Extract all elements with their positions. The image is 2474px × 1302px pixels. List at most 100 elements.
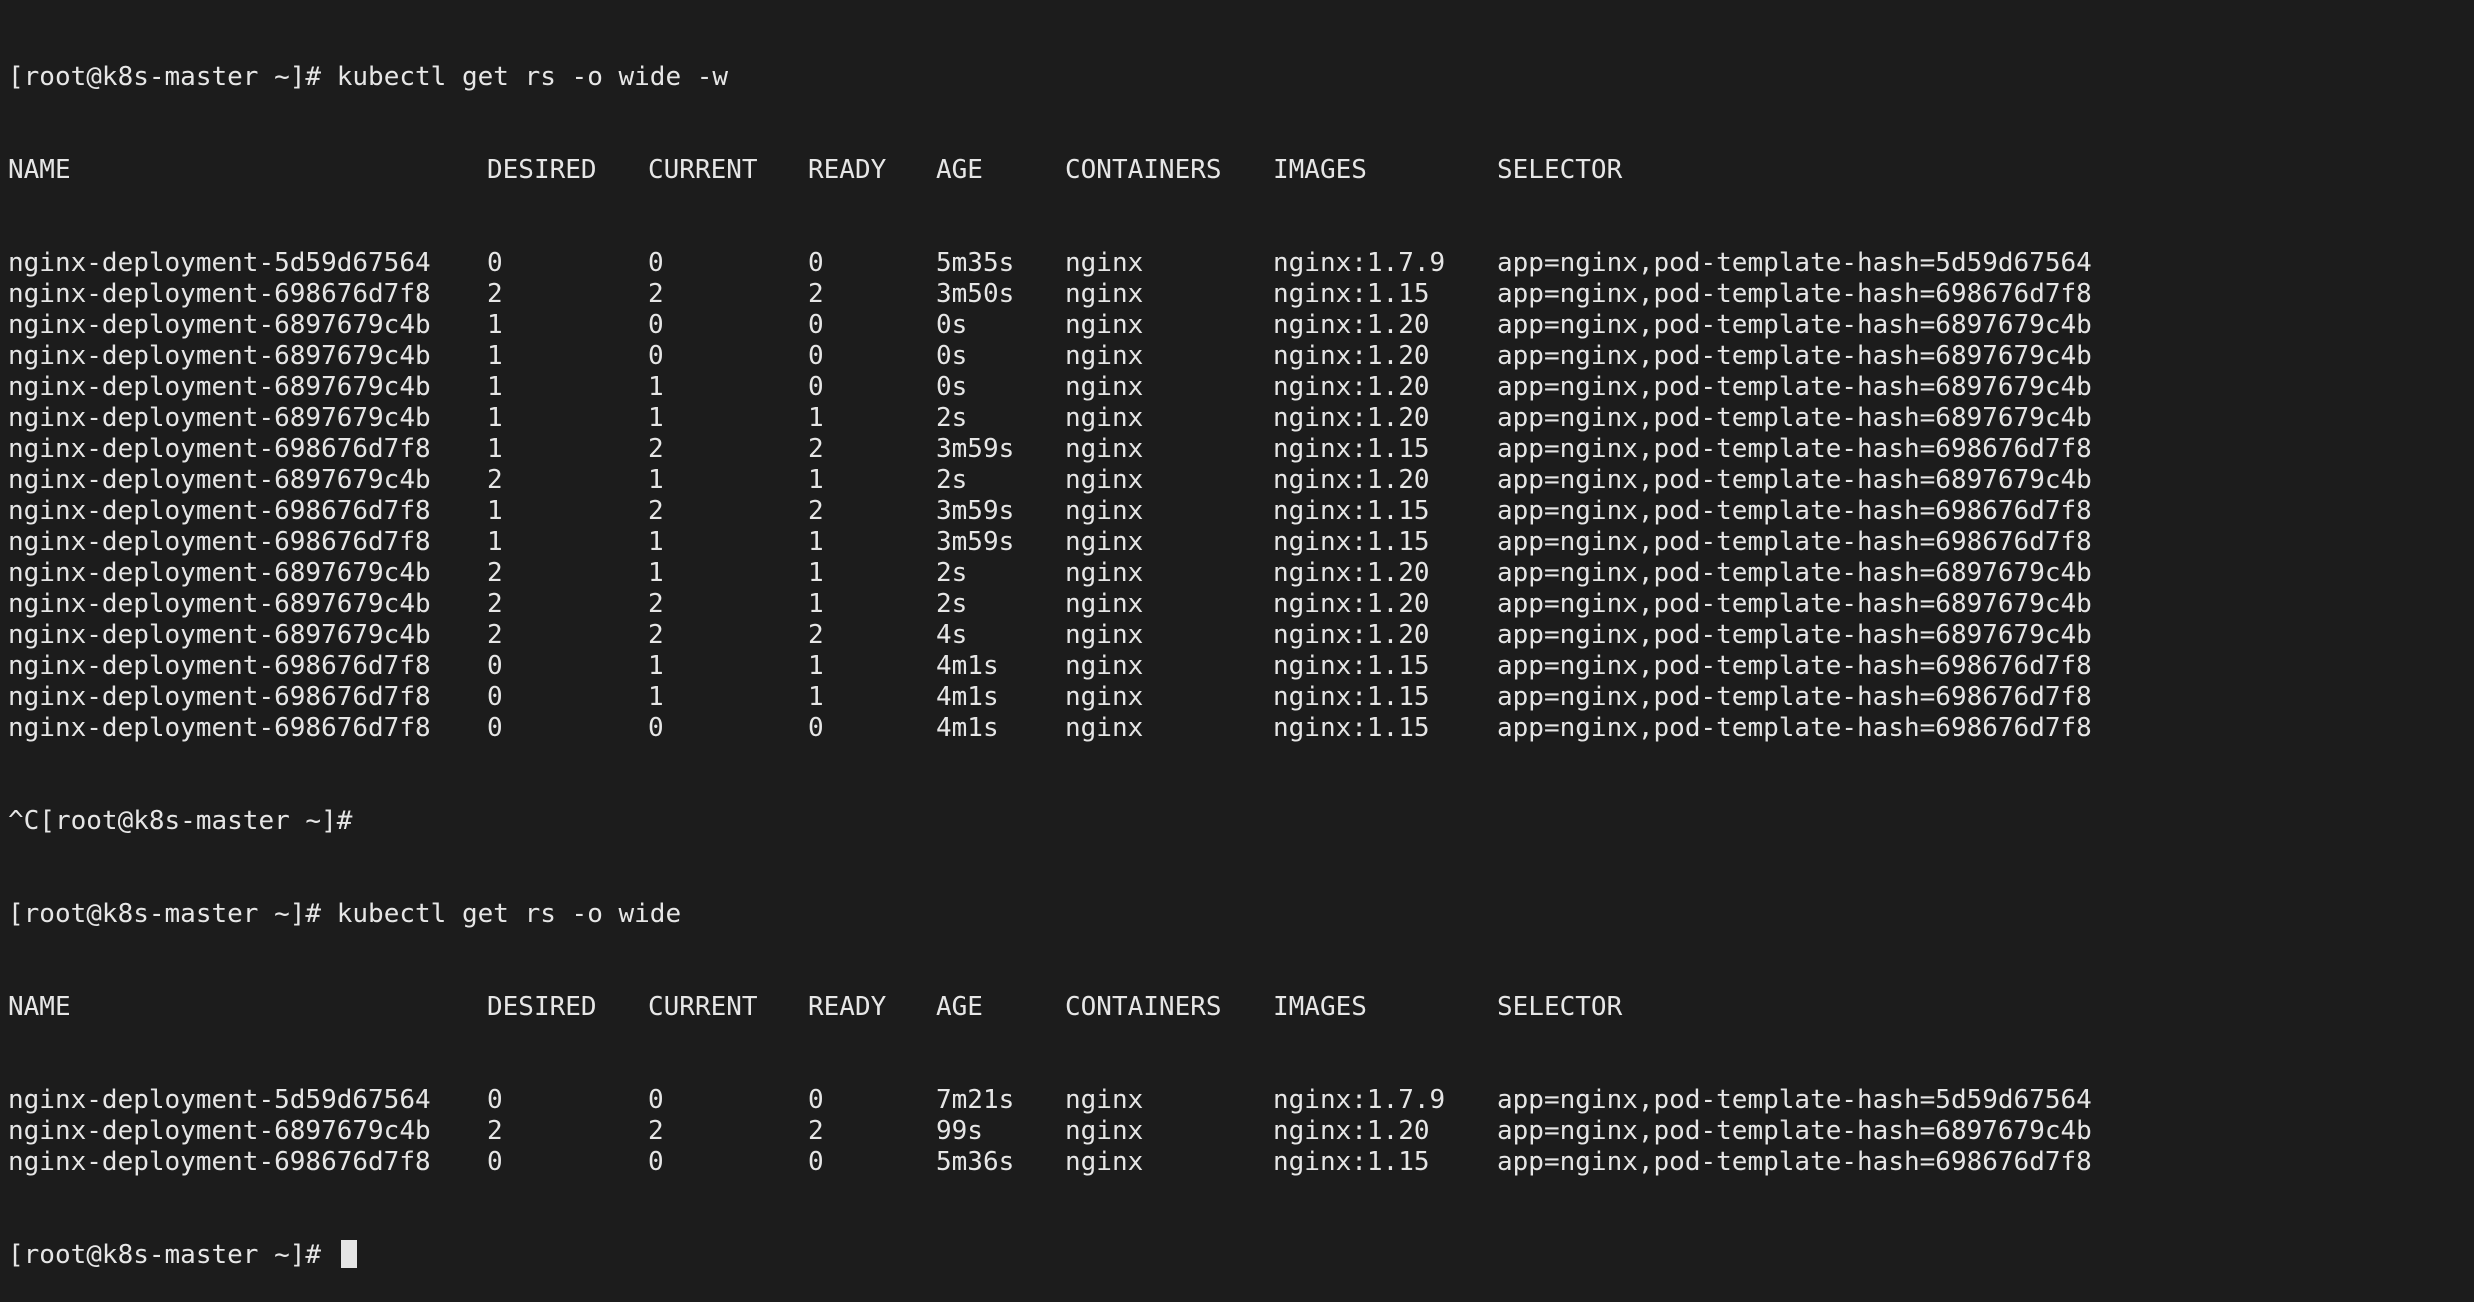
cell-images: nginx:1.20 (1273, 341, 1430, 371)
command-line-1: [root@k8s-master ~]# kubectl get rs -o w… (8, 62, 2474, 93)
cell-selector: app=nginx,pod-template-hash=698676d7f8 (1497, 527, 2092, 557)
cell-containers: nginx (1065, 279, 1144, 309)
table-row: nginx-deployment-6897679c4b 1 0 0 0s nginx ngi… (8, 341, 2474, 372)
cell-current: 1 (648, 682, 664, 712)
cell-images: nginx:1.20 (1273, 589, 1430, 619)
cell-age: 4m1s (936, 682, 999, 712)
cell-age: 4m1s (936, 713, 999, 743)
shell-prompt: [root@k8s-master ~]# (8, 62, 322, 92)
cell-ready: 1 (808, 558, 824, 588)
cell-name: nginx-deployment-698676d7f8 (8, 713, 431, 743)
cell-name: nginx-deployment-698676d7f8 (8, 279, 431, 309)
cell-selector: app=nginx,pod-template-hash=5d59d67564 (1497, 1085, 2092, 1115)
cell-images: nginx:1.15 (1273, 434, 1430, 464)
cell-current: 2 (648, 279, 664, 309)
cell-containers: nginx (1065, 589, 1144, 619)
cell-current: 0 (648, 310, 664, 340)
cell-age: 4s (936, 620, 968, 650)
table-row: nginx-deployment-698676d7f8 0 1 1 4m1s nginx n… (8, 682, 2474, 713)
cell-current: 1 (648, 651, 664, 681)
cell-images: nginx:1.20 (1273, 310, 1430, 340)
cell-containers: nginx (1065, 403, 1144, 433)
cell-selector: app=nginx,pod-template-hash=6897679c4b (1497, 310, 2092, 340)
cell-desired: 1 (487, 372, 503, 402)
cell-ready: 0 (808, 713, 824, 743)
cell-name: nginx-deployment-6897679c4b (8, 372, 431, 402)
cell-current: 0 (648, 341, 664, 371)
cell-current: 0 (648, 1147, 664, 1177)
cell-containers: nginx (1065, 651, 1144, 681)
cell-name: nginx-deployment-5d59d67564 (8, 248, 431, 278)
cell-name: nginx-deployment-698676d7f8 (8, 527, 431, 557)
watch-output: nginx-deployment-5d59d67564 0 0 0 5m35s nginx… (8, 248, 2474, 744)
cell-selector: app=nginx,pod-template-hash=6897679c4b (1497, 558, 2092, 588)
cell-name: nginx-deployment-698676d7f8 (8, 682, 431, 712)
cell-desired: 2 (487, 620, 503, 650)
cell-ready: 1 (808, 403, 824, 433)
cell-ready: 0 (808, 310, 824, 340)
table-row: nginx-deployment-5d59d67564 0 0 0 5m35s nginx… (8, 248, 2474, 279)
header-containers: CONTAINERS (1065, 155, 1222, 185)
cell-current: 2 (648, 496, 664, 526)
final-output: nginx-deployment-5d59d67564 0 0 0 7m21s nginx… (8, 1085, 2474, 1178)
header-age: AGE (936, 155, 983, 185)
cell-selector: app=nginx,pod-template-hash=698676d7f8 (1497, 713, 2092, 743)
table-row: nginx-deployment-6897679c4b 1 1 0 0s nginx ngi… (8, 372, 2474, 403)
cell-name: nginx-deployment-6897679c4b (8, 465, 431, 495)
cell-images: nginx:1.20 (1273, 620, 1430, 650)
cell-age: 7m21s (936, 1085, 1015, 1115)
cell-ready: 1 (808, 682, 824, 712)
command-line-2: [root@k8s-master ~]# kubectl get rs -o w… (8, 899, 2474, 930)
cell-images: nginx:1.20 (1273, 1116, 1430, 1146)
table-row: nginx-deployment-6897679c4b 2 2 2 99s nginx ng… (8, 1116, 2474, 1147)
cell-selector: app=nginx,pod-template-hash=6897679c4b (1497, 465, 2092, 495)
cell-age: 2s (936, 589, 968, 619)
header-desired: DESIRED (487, 155, 597, 185)
cell-images: nginx:1.20 (1273, 403, 1430, 433)
cell-age: 5m35s (936, 248, 1015, 278)
cell-ready: 1 (808, 465, 824, 495)
terminal-window[interactable]: [root@k8s-master ~]# kubectl get rs -o w… (0, 0, 2474, 1270)
cell-images: nginx:1.7.9 (1273, 248, 1446, 278)
header-name: NAME (8, 155, 71, 185)
cell-name: nginx-deployment-698676d7f8 (8, 1147, 431, 1177)
cell-name: nginx-deployment-6897679c4b (8, 558, 431, 588)
cell-desired: 1 (487, 496, 503, 526)
cell-containers: nginx (1065, 465, 1144, 495)
cell-current: 1 (648, 558, 664, 588)
cell-name: nginx-deployment-6897679c4b (8, 310, 431, 340)
cell-current: 0 (648, 248, 664, 278)
cell-desired: 1 (487, 434, 503, 464)
cell-age: 3m50s (936, 279, 1015, 309)
header-images: IMAGES (1273, 992, 1367, 1022)
cell-age: 5m36s (936, 1147, 1015, 1177)
cell-ready: 0 (808, 341, 824, 371)
header-ready: READY (808, 155, 887, 185)
header-current: CURRENT (648, 155, 758, 185)
table-row: nginx-deployment-698676d7f8 0 0 0 4m1s nginx n… (8, 713, 2474, 744)
cell-desired: 2 (487, 279, 503, 309)
table-row: nginx-deployment-5d59d67564 0 0 0 7m21s nginx… (8, 1085, 2474, 1116)
cell-name: nginx-deployment-6897679c4b (8, 589, 431, 619)
cell-age: 0s (936, 310, 968, 340)
cell-age: 3m59s (936, 434, 1015, 464)
cell-desired: 2 (487, 558, 503, 588)
cell-images: nginx:1.15 (1273, 527, 1430, 557)
cell-ready: 2 (808, 279, 824, 309)
cell-name: nginx-deployment-698676d7f8 (8, 496, 431, 526)
cell-age: 3m59s (936, 496, 1015, 526)
cell-age: 2s (936, 465, 968, 495)
table-row: nginx-deployment-6897679c4b 2 1 1 2s nginx ngi… (8, 558, 2474, 589)
command-line-3[interactable]: [root@k8s-master ~]# (8, 1240, 2474, 1271)
cell-current: 2 (648, 1116, 664, 1146)
header-selector: SELECTOR (1497, 992, 1623, 1022)
cell-desired: 2 (487, 465, 503, 495)
cell-desired: 1 (487, 527, 503, 557)
table-row: nginx-deployment-6897679c4b 2 2 1 2s nginx ngi… (8, 589, 2474, 620)
header-images: IMAGES (1273, 155, 1367, 185)
table-header: NAME DESIRED CURRENT READY AGE CONTAINER… (8, 155, 2474, 186)
text-cursor (340, 1240, 357, 1268)
cell-desired: 0 (487, 1147, 503, 1177)
cell-name: nginx-deployment-698676d7f8 (8, 651, 431, 681)
cell-desired: 2 (487, 589, 503, 619)
